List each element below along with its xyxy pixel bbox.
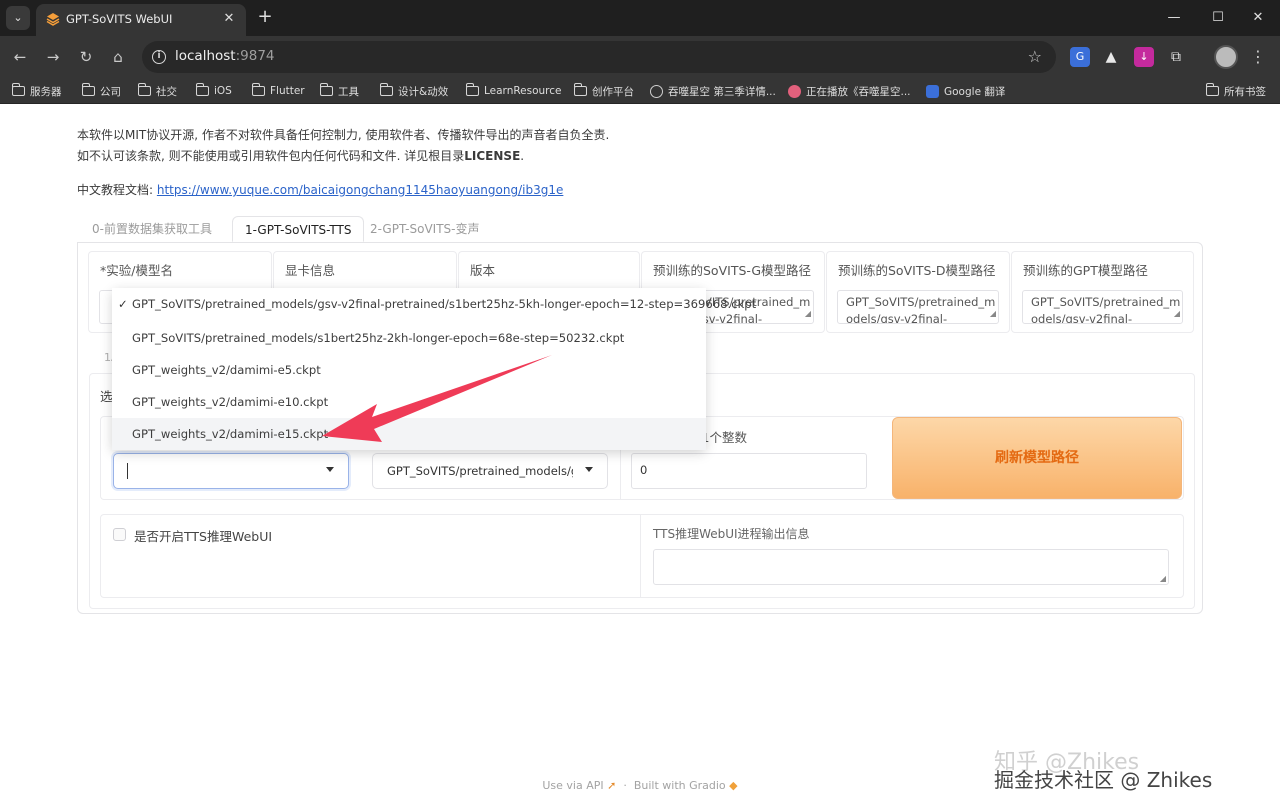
built-with-gradio-link[interactable]: Built with Gradio [634,779,726,792]
bookmark-link[interactable]: 正在播放《吞噬星空... [788,83,911,99]
bookmark-label: 服务器 [30,85,62,98]
bookmark-folder[interactable]: 公司 [81,83,121,99]
bookmark-folder[interactable]: Flutter [251,83,305,99]
url-text: localhost:9874 [175,48,275,64]
browser-tab[interactable]: GPT-SoVITS WebUI ✕ [36,4,246,36]
juejin-watermark: 掘金技术社区 @ Zhikes [994,768,1213,792]
webui-page: 本软件以MIT协议开源, 作者不对软件具备任何控制力, 使用软件者、传播软件导出… [0,104,1280,812]
browser-toolbar: ← → ↻ ⌂ i localhost:9874 ☆ G ▲ ↓ ⧉ ⋮ [0,36,1280,78]
bookmark-label: Flutter [270,85,305,97]
use-via-api-link[interactable]: Use via API [542,779,603,792]
bookmark-label: 正在播放《吞噬星空... [806,85,911,98]
folder-icon [379,83,393,96]
browser-menu-icon[interactable]: ⋮ [1248,45,1268,69]
bookmark-folder[interactable]: 社交 [137,83,177,99]
tab-close-icon[interactable]: ✕ [220,10,238,28]
folder-icon [1205,83,1219,96]
bookmark-star-icon[interactable]: ☆ [1028,47,1042,66]
bookmark-folder[interactable]: LearnResource [465,83,562,99]
address-bar[interactable]: i localhost:9874 ☆ [142,41,1056,73]
folder-icon [319,83,333,96]
translate-extension-icon[interactable]: G [1070,47,1090,67]
gradio-favicon-icon [46,13,60,26]
bookmark-folder[interactable]: 工具 [319,83,359,99]
url-host: localhost [175,48,236,64]
folder-icon [195,83,209,96]
browser-tab-title: GPT-SoVITS WebUI [66,12,173,26]
footer-separator: · [619,779,631,792]
new-tab-icon[interactable]: + [254,7,276,29]
bookmark-label: 创作平台 [592,85,634,98]
bookmark-folder[interactable]: 设计&动效 [379,83,449,99]
folder-icon [137,83,151,96]
bookmark-label: 社交 [156,85,177,98]
bookmark-label: iOS [214,85,232,97]
gradio-logo-icon: ◆ [729,779,738,792]
annotation-arrow [322,355,552,442]
bookmark-folder[interactable]: 服务器 [11,83,62,99]
bookmark-label: 公司 [100,85,121,98]
tab-search-chevron-icon[interactable]: ⌄ [6,6,30,30]
folder-icon [251,83,265,96]
bookmark-link[interactable]: 吞噬星空 第三季详情... [650,83,776,99]
triangle-extension-icon[interactable]: ▲ [1101,47,1121,67]
reload-icon[interactable]: ↻ [74,45,98,69]
bookmark-link[interactable]: Google 翻译 [926,83,1005,99]
forward-icon[interactable]: → [41,45,65,69]
url-port: :9874 [235,48,275,64]
bookmarks-bar: 服务器 公司 社交 iOS Flutter 工具 设计&动效 LearnReso… [0,78,1280,104]
flower-icon [788,84,801,98]
bookmark-folder[interactable]: 创作平台 [573,83,634,99]
maximize-icon[interactable]: ☐ [1196,6,1240,30]
bookmark-label: LearnResource [484,85,562,97]
folder-icon [11,83,25,96]
bookmark-label: 设计&动效 [398,85,449,98]
extensions-puzzle-icon[interactable]: ⧉ [1166,47,1186,67]
bookmark-label: 吞噬星空 第三季详情... [668,85,776,98]
globe-icon [650,84,663,98]
rocket-icon: ➚ [607,779,617,792]
folder-icon [81,83,95,96]
window-close-icon[interactable]: ✕ [1236,6,1280,30]
profile-avatar[interactable] [1214,45,1238,69]
back-icon[interactable]: ← [8,45,32,69]
all-bookmarks-folder[interactable]: 所有书签 [1205,83,1266,99]
browser-tab-bar: ⌄ GPT-SoVITS WebUI ✕ + — ☐ ✕ [0,0,1280,36]
bookmark-label: 工具 [338,85,359,98]
minimize-icon[interactable]: — [1152,6,1196,30]
folder-icon [465,83,479,96]
home-icon[interactable]: ⌂ [106,45,130,69]
download-extension-icon[interactable]: ↓ [1134,47,1154,67]
bookmark-label: Google 翻译 [944,85,1006,98]
bookmark-folder[interactable]: iOS [195,83,232,99]
arrow-shape [322,355,552,442]
folder-icon [573,83,587,96]
google-translate-icon [926,84,939,98]
bookmark-label: 所有书签 [1224,85,1266,98]
site-info-icon[interactable]: i [152,50,166,64]
